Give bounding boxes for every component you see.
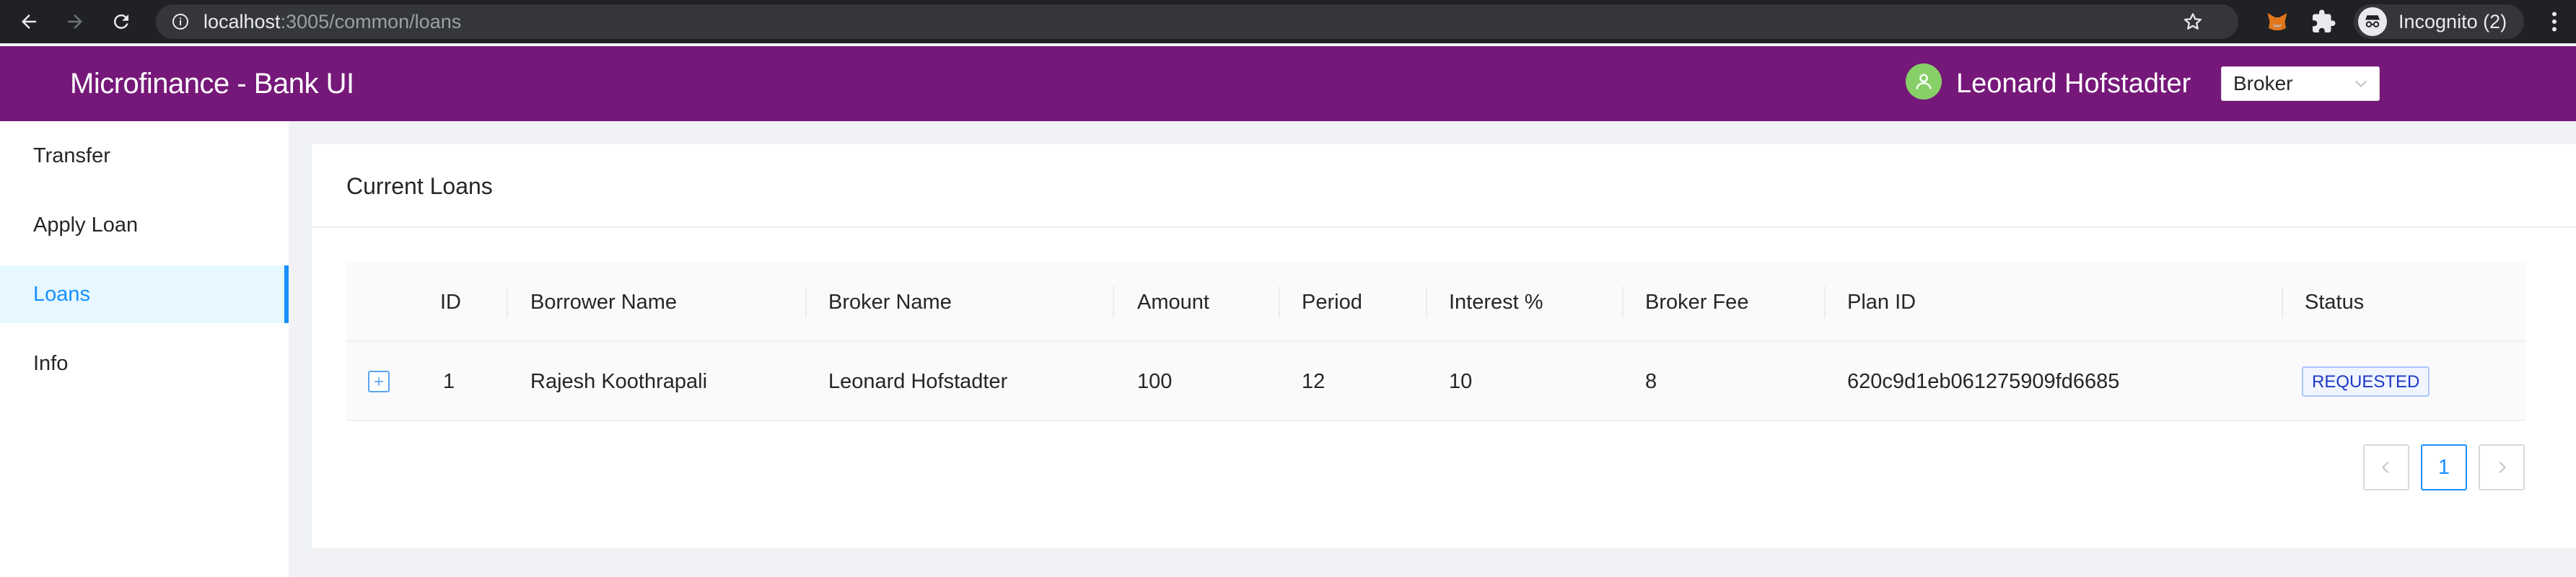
reload-icon [113, 14, 128, 29]
column-divider [507, 286, 508, 318]
sidebar-item-info[interactable]: Info [0, 335, 289, 392]
cell-borrower-name: Rajesh Koothrapali [530, 370, 708, 393]
chevron-right-icon [2499, 462, 2506, 473]
pagination-prev-button[interactable] [2363, 444, 2409, 490]
reload-button[interactable] [107, 7, 136, 36]
column-header-status[interactable]: Status [2305, 263, 2364, 342]
cell-amount: 100 [1137, 370, 1173, 393]
current-loans-card: Current Loans ID Borrower Name Broker Na… [312, 144, 2576, 548]
sidebar-item-loans[interactable]: Loans [0, 265, 289, 323]
cell-plan-id: 620c9d1eb061275909fd6685 [1847, 370, 2120, 393]
role-select[interactable]: Broker [2221, 66, 2380, 101]
user-icon [1916, 74, 1932, 89]
column-header-broker-fee[interactable]: Broker Fee [1645, 263, 1748, 342]
url-text: localhost:3005/common/loans [203, 4, 461, 39]
puzzle-icon[interactable] [2310, 9, 2336, 35]
status-badge: REQUESTED [2302, 366, 2430, 397]
url-path: :3005/common/loans [280, 11, 462, 32]
star-icon[interactable] [2182, 11, 2204, 32]
table-header: ID Borrower Name Broker Name Amount Peri… [346, 263, 2525, 342]
column-header-borrower-name[interactable]: Borrower Name [530, 263, 677, 342]
column-divider [1279, 286, 1280, 318]
cell-interest: 10 [1449, 370, 1473, 393]
card-header: Current Loans [312, 144, 2576, 228]
browser-toolbar: localhost:3005/common/loans Incognito (2… [0, 0, 2576, 43]
address-bar[interactable]: localhost:3005/common/loans [156, 4, 2238, 39]
page-title: Current Loans [346, 173, 493, 199]
chevron-down-icon [2355, 80, 2367, 87]
table-row[interactable]: 1 Rajesh Koothrapali Leonard Hofstadter … [346, 342, 2525, 421]
incognito-label: Incognito (2) [2398, 10, 2507, 32]
incognito-badge[interactable]: Incognito (2) [2354, 4, 2524, 39]
pagination-page-1[interactable]: 1 [2421, 444, 2467, 490]
column-divider [1622, 286, 1624, 318]
pagination-next-button[interactable] [2479, 444, 2525, 490]
incognito-icon [2358, 7, 2387, 36]
chevron-left-icon [2382, 462, 2389, 473]
column-header-interest[interactable]: Interest % [1449, 263, 1543, 342]
plus-icon [374, 377, 383, 386]
column-header-plan-id[interactable]: Plan ID [1847, 263, 1916, 342]
metamask-fox-icon[interactable] [2264, 9, 2290, 35]
column-divider [1426, 286, 1427, 318]
column-divider [1824, 286, 1826, 318]
cell-broker-fee: 8 [1645, 370, 1657, 393]
expand-row-button[interactable] [368, 371, 390, 392]
column-header-period[interactable]: Period [1302, 263, 1362, 342]
column-divider [805, 286, 807, 318]
url-host: localhost [203, 11, 281, 32]
column-header-broker-name[interactable]: Broker Name [828, 263, 952, 342]
cell-period: 12 [1302, 370, 1326, 393]
column-header-id[interactable]: ID [440, 263, 461, 342]
app-title: Microfinance - Bank UI [70, 68, 354, 100]
avatar [1906, 63, 1942, 100]
role-select-value: Broker [2233, 72, 2293, 94]
sidebar-item-apply-loan[interactable]: Apply Loan [0, 196, 289, 254]
cell-id: 1 [443, 370, 455, 393]
info-icon[interactable] [172, 13, 189, 30]
user-name: Leonard Hofstadter [1956, 69, 2191, 99]
more-menu-icon[interactable] [2541, 9, 2567, 35]
back-button[interactable] [14, 7, 43, 36]
sidebar: Transfer Apply Loan Loans Info [0, 121, 289, 577]
arrow-left-icon [22, 14, 36, 29]
column-divider [1113, 286, 1114, 318]
arrow-right-icon [68, 14, 82, 29]
forward-button[interactable] [61, 7, 89, 36]
sidebar-item-transfer[interactable]: Transfer [0, 127, 289, 185]
column-header-amount[interactable]: Amount [1137, 263, 1209, 342]
column-divider [2282, 286, 2283, 318]
cell-broker-name: Leonard Hofstadter [828, 370, 1008, 393]
